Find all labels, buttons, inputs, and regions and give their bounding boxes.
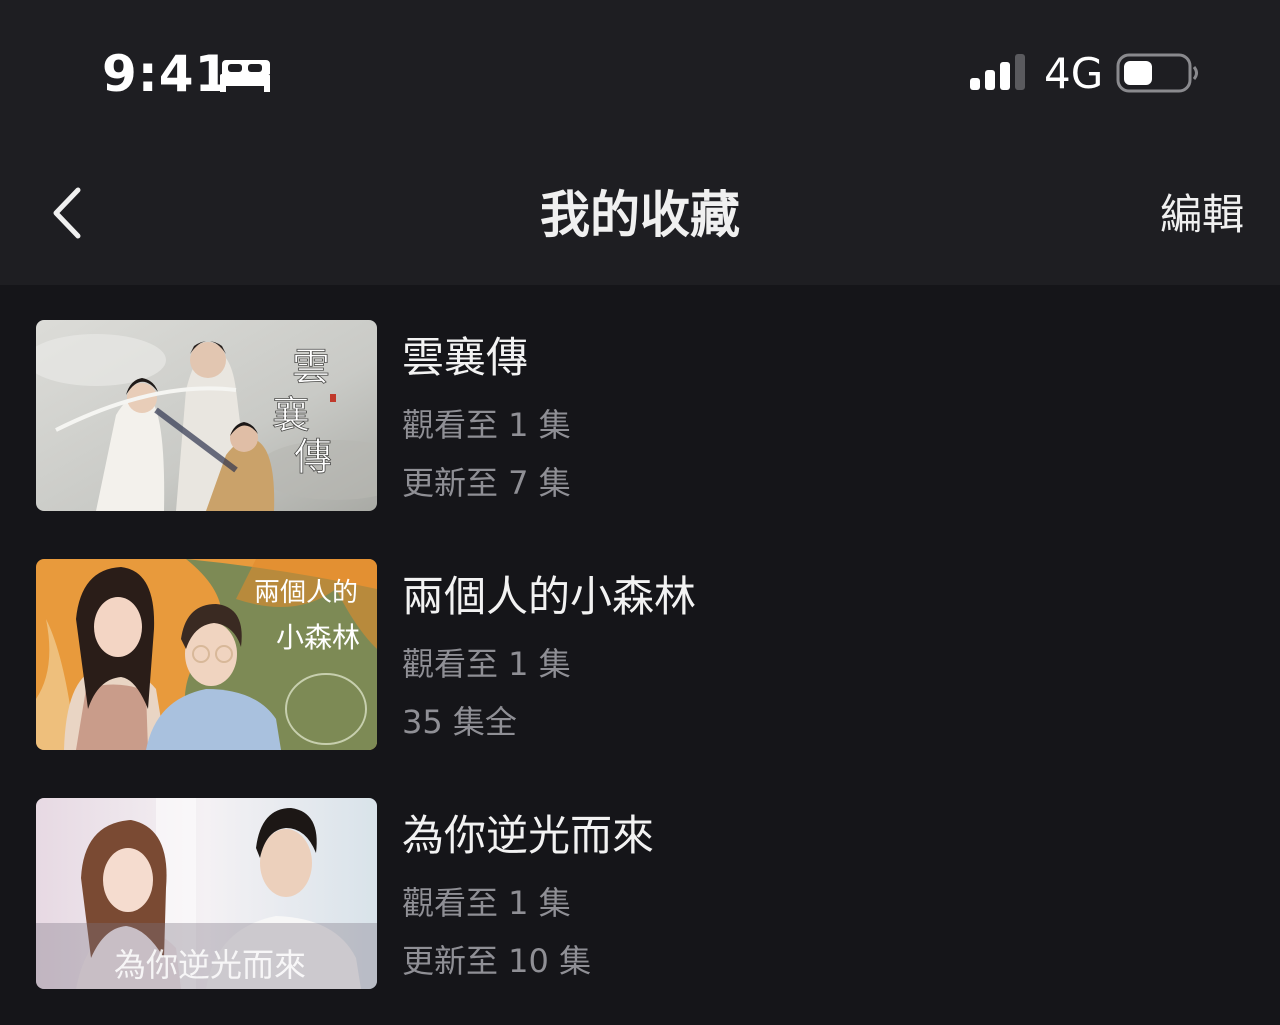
sleep-icon — [220, 60, 270, 92]
poster-title-char: 小森林 — [276, 621, 360, 654]
list-item[interactable]: 雲 襄 傳 雲襄傳 觀看至 1 集 更新至 7 集 — [0, 320, 1280, 520]
page-title: 我的收藏 — [540, 186, 740, 244]
poster-title-char: 兩個人的 — [254, 578, 358, 608]
edit-button[interactable]: 編輯 — [1160, 185, 1244, 245]
status-time: 9:41 — [102, 45, 231, 103]
item-title: 兩個人的小森林 — [402, 572, 697, 621]
nav-bar: 我的收藏 編輯 — [0, 140, 1280, 285]
battery-icon — [1116, 53, 1198, 93]
watch-progress: 觀看至 1 集 — [402, 406, 571, 444]
poster-thumbnail[interactable]: 為你逆光而來 — [36, 798, 377, 989]
poster-title-char: 雲 — [292, 345, 330, 389]
list-item[interactable]: 兩個人的 小森林 兩個人的小森林 觀看至 1 集 35 集全 — [0, 559, 1280, 759]
episode-status: 35 集全 — [402, 703, 517, 741]
back-button[interactable] — [40, 180, 100, 250]
list-item[interactable]: 為你逆光而來 為你逆光而來 觀看至 1 集 更新至 10 集 — [0, 798, 1280, 998]
poster-image: 雲 襄 傳 — [36, 320, 377, 511]
signal-icon — [970, 54, 1025, 90]
poster-title-char: 為你逆光而來 — [114, 946, 306, 984]
poster-thumbnail[interactable]: 雲 襄 傳 — [36, 320, 377, 511]
item-title: 為你逆光而來 — [402, 811, 655, 860]
episode-status: 更新至 7 集 — [402, 464, 571, 502]
item-title: 雲襄傳 — [402, 333, 529, 382]
poster-thumbnail[interactable]: 兩個人的 小森林 — [36, 559, 377, 750]
network-type: 4G — [1044, 49, 1104, 98]
poster-image: 為你逆光而來 — [36, 798, 377, 989]
chevron-left-icon — [53, 187, 81, 239]
watch-progress: 觀看至 1 集 — [402, 884, 571, 922]
poster-image: 兩個人的 小森林 — [36, 559, 377, 750]
watch-progress: 觀看至 1 集 — [402, 645, 571, 683]
episode-status: 更新至 10 集 — [402, 942, 592, 980]
poster-title-char: 襄 — [272, 393, 310, 437]
poster-title-char: 傳 — [294, 435, 332, 479]
status-bar: 9:41 4G — [0, 0, 1280, 140]
